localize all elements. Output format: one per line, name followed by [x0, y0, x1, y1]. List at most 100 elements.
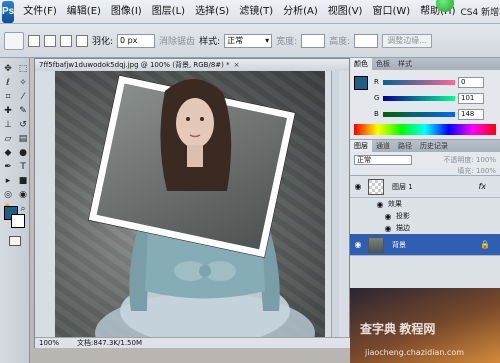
layer-row[interactable]: ◉ 图层 1 fx	[350, 176, 500, 198]
image-canvas[interactable]	[55, 71, 325, 339]
status-bar: 100% 文档:847.3K/1.50M	[35, 337, 351, 348]
feather-input[interactable]: 0 px	[117, 33, 156, 48]
add-selection-icon[interactable]	[44, 34, 56, 47]
intersect-selection-icon[interactable]	[76, 34, 88, 47]
red-input[interactable]: 0	[458, 76, 484, 88]
fill-control[interactable]: 填充: 100%	[457, 166, 496, 176]
workspace-switcher[interactable]: CS4 新增功能 ▾	[460, 5, 500, 18]
eyedropper-tool-icon[interactable]: ⁄	[16, 90, 30, 103]
menu-window[interactable]: 窗口(W)	[367, 0, 415, 24]
watermark-url: jiaocheng.chazidian.com	[365, 348, 465, 357]
feather-label: 羽化:	[92, 37, 114, 47]
menu-bar: Ps 文件(F) 编辑(E) 图像(I) 图层(L) 选择(S) 滤镜(T) 分…	[0, 0, 500, 24]
layer-name: 图层 1	[392, 182, 413, 191]
blur-tool-icon[interactable]: ◆	[1, 146, 15, 159]
tab-color[interactable]: 颜色	[350, 58, 372, 70]
style-label: 样式:	[199, 37, 221, 47]
crop-tool-icon[interactable]: ⌗	[1, 90, 15, 103]
close-icon[interactable]: ×	[234, 59, 240, 71]
clone-stamp-tool-icon[interactable]: ⊥	[1, 118, 15, 131]
path-selection-tool-icon[interactable]: ▸	[1, 174, 15, 187]
green-input[interactable]: 101	[458, 92, 484, 104]
width-label: 宽度:	[276, 37, 298, 47]
refine-edge-button[interactable]: 调整边缘...	[382, 33, 432, 48]
type-tool-icon[interactable]: T	[16, 160, 30, 173]
eraser-tool-icon[interactable]: ▱	[1, 132, 15, 145]
opacity-control[interactable]: 不透明度: 100%	[443, 155, 496, 165]
menu-edit[interactable]: 编辑(E)	[62, 0, 106, 24]
brush-tool-icon[interactable]: ✎	[16, 104, 30, 117]
tab-styles[interactable]: 样式	[394, 58, 416, 70]
layer-controls: 正常 不透明度: 100% 填充: 100%	[350, 152, 500, 176]
fx-icon[interactable]: fx	[478, 182, 486, 191]
red-label: R	[374, 78, 379, 86]
menu-select[interactable]: 选择(S)	[190, 0, 234, 24]
menu-image[interactable]: 图像(I)	[106, 0, 147, 24]
layers-panel-tabs: 图层 通道 路径 历史记录	[350, 140, 500, 152]
photo-artwork	[88, 75, 315, 339]
green-slider[interactable]	[383, 95, 455, 101]
style-select[interactable]: 正常	[224, 33, 273, 48]
gradient-tool-icon[interactable]: ▤	[16, 132, 30, 145]
effects-label: 效果	[388, 200, 402, 208]
blue-input[interactable]: 148	[458, 108, 484, 120]
tab-history[interactable]: 历史记录	[416, 140, 452, 152]
effects-row[interactable]: ◉ 效果	[350, 198, 500, 210]
green-slider-row: G 101	[374, 92, 494, 104]
tab-layers[interactable]: 图层	[350, 140, 372, 152]
color-panel: R 0 G 101 B 148	[350, 70, 500, 140]
effect-stroke[interactable]: ◉ 描边	[350, 222, 500, 234]
eye-icon[interactable]: ◉	[380, 212, 396, 221]
tool-preset-picker[interactable]	[4, 31, 24, 50]
tools-panel: ✥ ⬚ ℓ ✧ ⌗ ⁄ ✚ ✎ ⊥ ↺ ▱ ▤ ◆ ● ✒ T ▸ ■ ◎ ◉ …	[0, 58, 30, 363]
background-color-swatch[interactable]	[11, 214, 25, 228]
dodge-tool-icon[interactable]: ●	[16, 146, 30, 159]
marquee-tool-icon[interactable]: ⬚	[16, 62, 30, 75]
magic-wand-tool-icon[interactable]: ✧	[16, 76, 30, 89]
eye-icon[interactable]: ◉	[350, 240, 366, 249]
width-input[interactable]	[301, 33, 326, 48]
layer-thumbnail	[368, 178, 384, 195]
height-input[interactable]	[354, 33, 379, 48]
menu-layer[interactable]: 图层(L)	[147, 0, 190, 24]
zoom-status[interactable]: 100%	[39, 338, 59, 348]
quick-mask-icon[interactable]	[9, 236, 21, 246]
color-spectrum[interactable]	[354, 124, 496, 135]
pen-tool-icon[interactable]: ✒	[1, 160, 15, 173]
options-bar: 羽化: 0 px 消除锯齿 样式: 正常 宽度: 高度: 调整边缘...	[0, 24, 500, 58]
effect-label: 投影	[396, 212, 410, 220]
3d-orbit-tool-icon[interactable]: ◉	[16, 188, 30, 201]
antialias-checkbox[interactable]: 消除锯齿	[159, 34, 195, 47]
new-selection-icon[interactable]	[28, 34, 40, 47]
height-label: 高度:	[329, 37, 351, 47]
menu-file[interactable]: 文件(F)	[18, 0, 62, 24]
red-slider[interactable]	[383, 79, 455, 85]
blue-slider[interactable]	[383, 111, 455, 117]
tab-swatches[interactable]: 色板	[372, 58, 394, 70]
effect-drop-shadow[interactable]: ◉ 投影	[350, 210, 500, 222]
red-slider-row: R 0	[374, 76, 494, 88]
color-panel-tabs: 颜色 色板 样式	[350, 58, 500, 70]
eye-icon[interactable]: ◉	[350, 182, 366, 191]
subtract-selection-icon[interactable]	[60, 34, 72, 47]
3d-rotate-tool-icon[interactable]: ◎	[1, 188, 15, 201]
blend-mode-select[interactable]: 正常	[354, 155, 412, 165]
history-brush-tool-icon[interactable]: ↺	[16, 118, 30, 131]
lasso-tool-icon[interactable]: ℓ	[1, 76, 15, 89]
menu-analysis[interactable]: 分析(A)	[278, 0, 323, 24]
current-color-chip[interactable]	[354, 76, 368, 90]
healing-tool-icon[interactable]: ✚	[1, 104, 15, 117]
document-size-status[interactable]: 文档:847.3K/1.50M	[77, 338, 142, 348]
eye-icon[interactable]: ◉	[380, 224, 396, 233]
tab-paths[interactable]: 路径	[394, 140, 416, 152]
move-tool-icon[interactable]: ✥	[1, 62, 15, 75]
eye-icon[interactable]: ◉	[372, 200, 388, 209]
shape-tool-icon[interactable]: ■	[16, 174, 30, 187]
menu-view[interactable]: 视图(V)	[323, 0, 368, 24]
menu-filter[interactable]: 滤镜(T)	[234, 0, 278, 24]
vertical-scrollbar[interactable]	[331, 71, 339, 339]
document-tab[interactable]: 7ff5fbafjw1duwodok5dqj.jpg @ 100% (背景, R…	[35, 59, 349, 71]
document-title: 7ff5fbafjw1duwodok5dqj.jpg @ 100% (背景, R…	[39, 61, 230, 69]
tab-channels[interactable]: 通道	[372, 140, 394, 152]
layer-row-background[interactable]: ◉ 背景 🔒	[350, 234, 500, 256]
